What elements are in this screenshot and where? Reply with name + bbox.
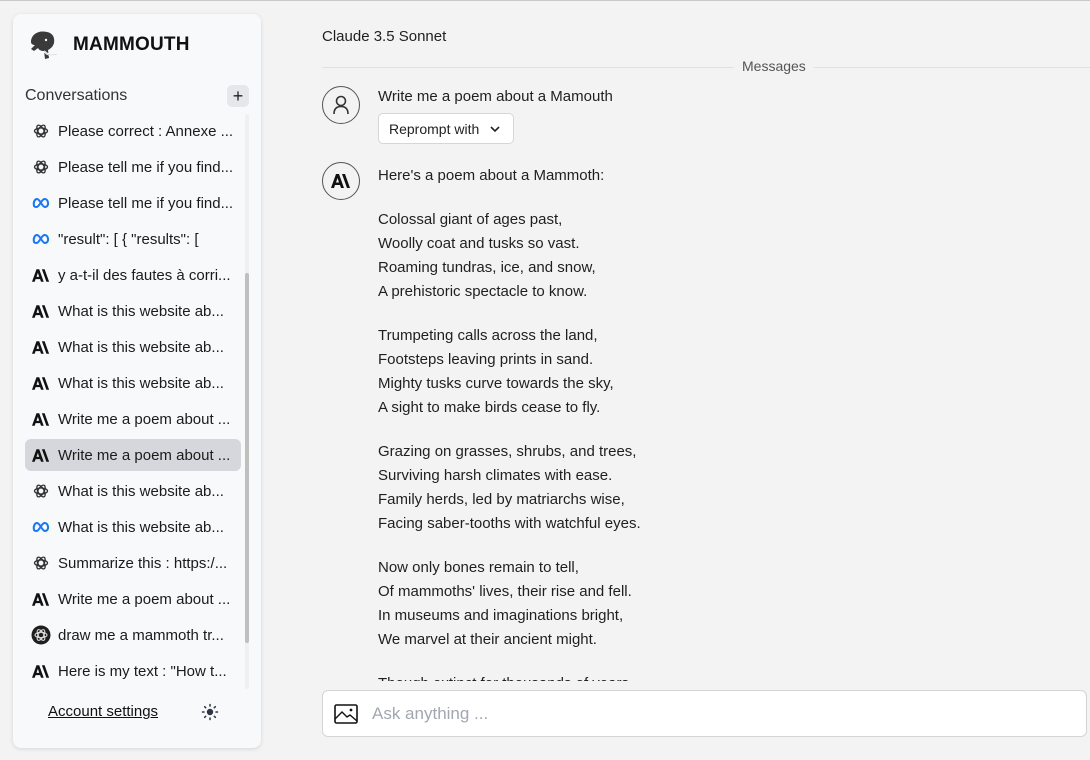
sidebar: MAMMOUTH Conversations + Please correct … [13,14,261,748]
conversation-item-label: "result": [ { "results": [ [58,230,199,248]
poem-line: Trumpeting calls across the land, [378,327,598,344]
conversation-item[interactable]: What is this website ab... [25,367,241,399]
conversation-item[interactable]: "result": [ { "results": [ [25,223,241,255]
anthropic-icon [31,445,51,465]
conversation-item-label: draw me a mammoth tr... [58,626,224,644]
brand[interactable]: MAMMOUTH [27,28,190,62]
chevron-down-icon [490,125,500,132]
poem-stanza: Grazing on grasses, shrubs, and trees, Su… [378,440,1058,536]
messages-divider [322,67,1090,68]
new-conversation-button[interactable]: + [227,85,249,107]
user-avatar [322,86,360,124]
anthropic-icon [31,409,51,429]
assistant-avatar [322,162,360,200]
conversation-item-label: Write me a poem about ... [58,410,231,428]
meta-icon [31,229,51,249]
poem-line: Of mammoths' lives, their rise and fell. [378,583,632,600]
assistant-message: Here's a poem about a Mammoth: Colossal … [378,164,1058,681]
conversation-item-label: y a-t-il des fautes à corri... [58,266,231,284]
conversation-item-label: What is this website ab... [58,374,224,392]
poem-line: A sight to make birds cease to fly. [378,399,601,416]
conversation-item-label: What is this website ab... [58,338,224,356]
reprompt-label: Reprompt with [389,120,480,137]
conversation-item[interactable]: Summarize this : https:/... [25,547,241,579]
reprompt-with-dropdown[interactable]: Reprompt with [378,113,514,144]
conversation-item[interactable]: Write me a poem about ... [25,403,241,435]
conversation-item[interactable]: Write me a poem about ... [25,583,241,615]
conversation-item-label: Please tell me if you find... [58,194,234,212]
conversation-list: Please correct : Annexe ... Please tell m… [25,115,241,691]
poem-line: We marvel at their ancient might. [378,631,597,648]
poem-stanza: Now only bones remain to tell, Of mammoth… [378,556,1058,652]
poem-stanza: Though extinct for thousands of years [378,672,1058,681]
poem-line: A prehistoric spectacle to know. [378,283,588,300]
conversation-item[interactable]: y a-t-il des fautes à corri... [25,259,241,291]
assistant-intro: Here's a poem about a Mammoth: [378,167,605,184]
poem-stanza: Colossal giant of ages past, Woolly coat … [378,208,1058,304]
conversations-header: Conversations + [25,84,249,108]
conversation-item[interactable]: What is this website ab... [25,331,241,363]
meta-icon [31,193,51,213]
conversation-item-label: What is this website ab... [58,302,224,320]
conversation-item-label: What is this website ab... [58,518,224,536]
openai-icon [31,553,51,573]
poem-line: In museums and imaginations bright, [378,607,624,624]
user-message: Write me a poem about a Mamouth [378,88,613,105]
window-top-border [0,0,1090,1]
openai-icon [31,121,51,141]
poem-line: Facing saber-tooths with watchful eyes. [378,515,641,532]
conversation-item[interactable]: Please correct : Annexe ... [25,115,241,147]
sun-icon[interactable] [201,703,219,721]
poem-line: Though extinct for thousands of years [378,672,1058,681]
image-upload-icon[interactable] [334,703,358,724]
conversation-item[interactable]: What is this website ab... [25,475,241,507]
conversation-item-label: Write me a poem about ... [58,446,231,464]
poem-stanza: Trumpeting calls across the land, Footste… [378,324,1058,420]
anthropic-icon [31,661,51,681]
app-name: MAMMOUTH [73,34,190,55]
conversation-item-label: Here is my text : "How t... [58,662,227,680]
mammoth-logo-icon [31,31,58,59]
openai-icon [31,157,51,177]
conversation-item-label: What is this website ab... [58,482,224,500]
poem-line: Family herds, led by matriarchs wise, [378,491,625,508]
conversation-item[interactable]: What is this website ab... [25,295,241,327]
anthropic-icon [31,589,51,609]
anthropic-icon [331,174,350,188]
anthropic-icon [31,265,51,285]
conversation-item[interactable]: Here is my text : "How t... [25,655,241,687]
poem-line: Footsteps leaving prints in sand. [378,351,594,368]
messages-divider-label: Messages [734,58,814,74]
conversations-title: Conversations [25,87,128,104]
conversation-item-label: Summarize this : https:/... [58,554,228,572]
poem-line: Roaming tundras, ice, and snow, [378,259,596,276]
poem-line: Now only bones remain to tell, [378,559,579,576]
anthropic-icon [31,337,51,357]
poem-line: Colossal giant of ages past, [378,211,563,228]
chat-input-box [322,690,1087,737]
poem-line: Surviving harsh climates with ease. [378,467,613,484]
conversation-item[interactable]: What is this website ab... [25,511,241,543]
anthropic-icon [31,373,51,393]
conversation-item-label: Write me a poem about ... [58,590,231,608]
conversation-scrollbar-thumb[interactable] [245,273,249,643]
meta-icon [31,517,51,537]
user-icon [333,95,349,115]
poem-line: Mighty tusks curve towards the sky, [378,375,614,392]
conversation-item[interactable]: draw me a mammoth tr... [25,619,241,651]
account-settings-link[interactable]: Account settings [48,703,158,720]
poem-line: Grazing on grasses, shrubs, and trees, [378,443,637,460]
conversation-item[interactable]: Please tell me if you find... [25,187,241,219]
conversation-item[interactable]: Write me a poem about ... [25,439,241,471]
conversation-item[interactable]: Please tell me if you find... [25,151,241,183]
model-name: Claude 3.5 Sonnet [322,28,447,45]
poem-line: Woolly coat and tusks so vast. [378,235,580,252]
anthropic-icon [31,301,51,321]
openai-icon [31,481,51,501]
ask-anything-input[interactable] [370,702,1054,725]
conversation-item-label: Please correct : Annexe ... [58,122,234,140]
conversation-item-label: Please tell me if you find... [58,158,234,176]
openai-icon [31,625,51,645]
